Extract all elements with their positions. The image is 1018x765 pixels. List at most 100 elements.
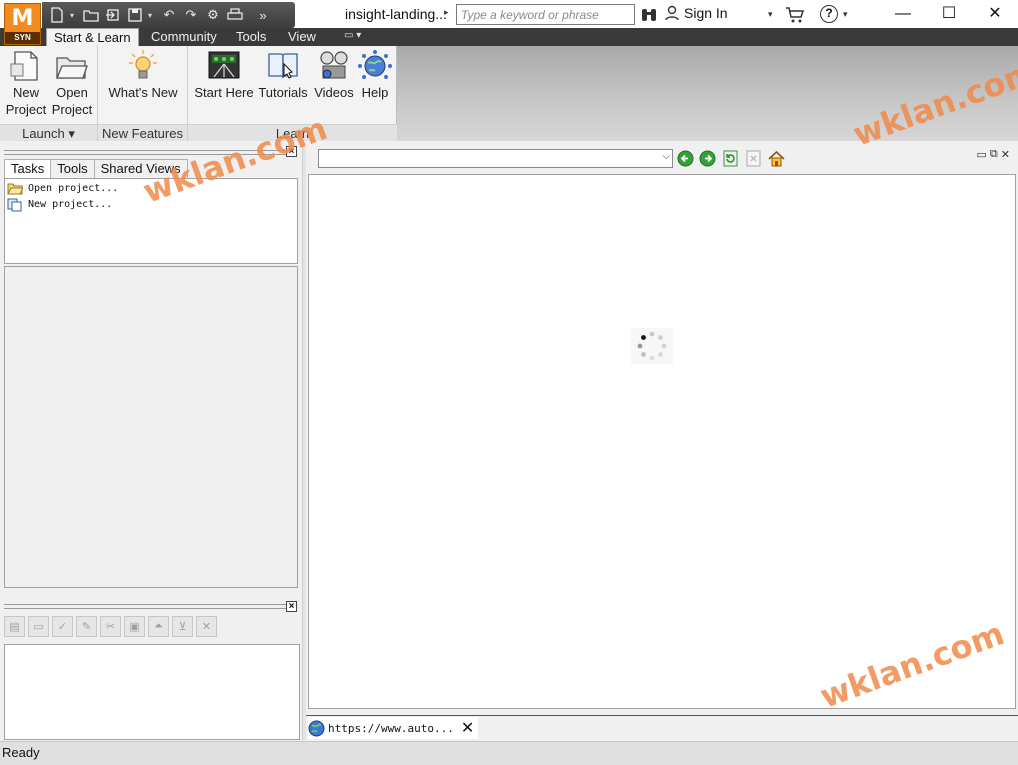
project-tree-area xyxy=(4,266,298,588)
new-project-label: New Project xyxy=(5,85,47,117)
binoculars-icon[interactable] xyxy=(640,6,658,24)
document-tab-bar: https://www.auto... ✕ xyxy=(306,715,1018,740)
start-here-button[interactable]: Start Here xyxy=(192,50,256,101)
panel-toolbar: ▤ ▭ ✓ ✎ ✂ ▣ ⏶ ⊻ ✕ xyxy=(4,616,217,638)
help-button[interactable]: Help xyxy=(356,50,394,101)
whats-new-button[interactable]: What's New xyxy=(104,50,182,101)
film-projector-icon xyxy=(317,50,351,82)
new-item-icon[interactable]: ▤ xyxy=(4,616,25,637)
ribbon-panel: New Project Open Project Launch ▾ What's… xyxy=(0,46,397,141)
user-icon xyxy=(665,5,679,21)
globe-icon xyxy=(308,720,325,736)
ribbon-group-new-features: What's New New Features xyxy=(98,46,188,141)
save-icon[interactable] xyxy=(126,6,144,24)
start-here-label: Start Here xyxy=(194,85,254,100)
minimize-doc-icon[interactable]: ▭ xyxy=(977,148,987,161)
sign-in-button[interactable]: Sign In xyxy=(664,5,728,21)
new-document-icon xyxy=(9,50,43,82)
print-icon[interactable] xyxy=(226,6,244,24)
lightbulb-icon xyxy=(126,50,160,82)
chevron-down-icon[interactable]: ⌵ xyxy=(662,151,670,162)
status-bar: Ready xyxy=(0,741,1018,765)
browser-viewport[interactable] xyxy=(308,174,1016,709)
tab-tools[interactable]: Tools xyxy=(50,159,95,178)
help-label: Help xyxy=(361,85,389,100)
list-item[interactable]: New project... xyxy=(7,197,112,212)
loading-spinner-icon xyxy=(631,328,673,364)
edit-icon[interactable]: ✎ xyxy=(76,616,97,637)
undo-icon[interactable]: ↶ xyxy=(160,6,178,24)
cart-icon[interactable] xyxy=(785,6,805,24)
tutorials-button[interactable]: Tutorials xyxy=(256,50,310,101)
check-icon[interactable]: ✓ xyxy=(52,616,73,637)
search-input[interactable] xyxy=(456,4,635,25)
quick-access-toolbar: ▾ ▾ ↶ ↷ ⚙ » xyxy=(42,2,295,28)
refresh-icon[interactable] xyxy=(722,150,739,167)
chevron-down-icon[interactable]: ▾ xyxy=(148,11,156,20)
chevron-down-icon[interactable]: ▾ xyxy=(70,11,78,20)
chevron-down-icon[interactable]: ▾ xyxy=(768,9,773,20)
maximize-button[interactable]: ☐ xyxy=(926,0,972,30)
tutorials-label: Tutorials xyxy=(258,85,308,100)
list-item[interactable]: Open project... xyxy=(7,181,118,196)
tutorials-book-icon xyxy=(266,50,300,82)
ribbon-tab-bar: Start & Learn Community Tools View ▭ ▾ xyxy=(0,28,1018,46)
new-project-button[interactable]: New Project xyxy=(4,50,48,118)
globe-help-icon xyxy=(358,50,392,82)
help-icon[interactable]: ? xyxy=(820,5,838,23)
launch-group-label[interactable]: Launch ▾ xyxy=(0,124,97,141)
close-icon[interactable]: × xyxy=(286,601,297,612)
sign-in-label: Sign In xyxy=(684,5,728,21)
videos-button[interactable]: Videos xyxy=(312,50,356,101)
tab-tasks[interactable]: Tasks xyxy=(4,159,52,179)
logo-letter: M xyxy=(11,6,34,31)
close-doc-icon[interactable]: ✕ xyxy=(1001,148,1010,161)
settings-icon[interactable]: ⚙ xyxy=(204,6,222,24)
tab-community[interactable]: Community xyxy=(144,28,224,46)
properties-panel: × ▤ ▭ ✓ ✎ ✂ ▣ ⏶ ⊻ ✕ xyxy=(2,598,300,740)
restore-doc-icon[interactable]: ⧉ xyxy=(990,148,998,161)
url-combobox[interactable]: ⌵ xyxy=(318,149,673,168)
folder-icon[interactable]: ▭ xyxy=(28,616,49,637)
open-folder-icon[interactable] xyxy=(82,6,100,24)
new-features-group-label: New Features xyxy=(98,124,187,141)
filter-icon[interactable]: ⊻ xyxy=(172,616,193,637)
tools-icon[interactable]: ✂ xyxy=(100,616,121,637)
upload-icon[interactable]: ⏶ xyxy=(148,616,169,637)
ribbon-options-icon[interactable]: ▭ ▾ xyxy=(344,30,361,41)
whats-new-label: What's New xyxy=(108,85,178,100)
start-here-icon xyxy=(207,50,241,82)
redo-icon[interactable]: ↷ xyxy=(182,6,200,24)
document-tab[interactable]: https://www.auto... ✕ xyxy=(308,717,479,739)
chevron-down-icon[interactable]: ▾ xyxy=(843,9,848,20)
properties-icon[interactable]: ▣ xyxy=(124,616,145,637)
home-icon[interactable] xyxy=(768,150,785,167)
forward-icon[interactable] xyxy=(699,150,716,167)
open-folder-icon xyxy=(55,50,89,82)
close-icon[interactable]: ✕ xyxy=(457,718,474,738)
document-window-controls: ▭ ⧉ ✕ xyxy=(977,148,1010,161)
app-logo[interactable]: M SYN xyxy=(4,3,41,45)
import-icon[interactable] xyxy=(104,6,122,24)
open-project-label: Open Project xyxy=(51,85,93,117)
title-bar: ▾ ▾ ↶ ↷ ⚙ » insight-landing... ▸ Sign In… xyxy=(0,0,1018,30)
ribbon-group-launch: New Project Open Project Launch ▾ xyxy=(0,46,98,141)
stop-icon[interactable] xyxy=(745,150,762,167)
new-document-icon xyxy=(7,198,22,211)
tab-tools[interactable]: Tools xyxy=(229,28,273,46)
tab-view[interactable]: View xyxy=(281,28,323,46)
open-folder-icon xyxy=(7,183,23,195)
new-file-icon[interactable] xyxy=(48,6,66,24)
task-open-project: Open project... xyxy=(28,183,119,194)
minimize-button[interactable]: — xyxy=(880,0,926,30)
tab-start-learn[interactable]: Start & Learn xyxy=(46,28,139,46)
status-text: Ready xyxy=(2,745,40,760)
close-button[interactable]: ✕ xyxy=(972,0,1018,30)
search-expand-icon[interactable]: ▸ xyxy=(444,7,454,21)
delete-icon[interactable]: ✕ xyxy=(196,616,217,637)
more-commands-icon[interactable]: » xyxy=(254,6,272,24)
panel-grip[interactable] xyxy=(4,604,286,609)
open-project-button[interactable]: Open Project xyxy=(50,50,94,118)
document-title: insight-landing... xyxy=(345,6,447,22)
back-icon[interactable] xyxy=(677,150,694,167)
